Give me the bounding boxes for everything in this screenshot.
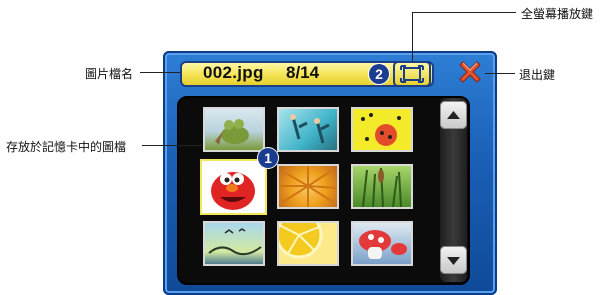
mushroom-image (359, 230, 407, 259)
scroll-down-button[interactable] (440, 246, 467, 274)
swimmers-image (290, 114, 330, 144)
lemon-image (275, 211, 323, 259)
fullscreen-button[interactable] (393, 61, 431, 87)
thumbnail[interactable] (203, 221, 265, 266)
file-name: 002.jpg (203, 63, 264, 82)
badge-two: 2 (369, 64, 389, 84)
ladybug-image (361, 113, 401, 146)
red-monster-image (211, 172, 255, 210)
arrow-up-icon (447, 111, 460, 119)
callout-images: 存放於記憶卡中的圖檔 (6, 140, 127, 154)
scroll-up-button[interactable] (440, 101, 467, 129)
thumbnail[interactable] (351, 107, 413, 152)
page-count: 8/14 (286, 63, 320, 82)
callout-line-filename (140, 72, 180, 73)
thumbnail-selected[interactable] (200, 159, 267, 215)
thumbnail[interactable] (351, 221, 413, 266)
thumbnail[interactable] (351, 164, 413, 209)
frog-image (215, 119, 249, 145)
flower-image (279, 166, 338, 207)
callout-line-fullscreen-v (412, 12, 413, 61)
badge-one: 1 (258, 148, 278, 168)
close-x-icon (459, 61, 481, 83)
landscape-image (208, 228, 262, 256)
grass-image (362, 167, 402, 208)
callout-line-fullscreen-h (412, 12, 516, 13)
thumbnail[interactable] (277, 164, 339, 209)
close-button[interactable] (455, 57, 485, 87)
callout-fullscreen: 全螢幕播放鍵 (521, 7, 594, 21)
thumbnail[interactable] (277, 107, 339, 152)
callout-exit: 退出鍵 (519, 68, 556, 82)
callout-line-images (142, 145, 202, 146)
fullscreen-icon (400, 65, 424, 83)
thumbnail[interactable] (203, 107, 265, 152)
arrow-down-icon (447, 257, 460, 265)
thumbnail[interactable] (275, 211, 339, 266)
callout-line-exit (485, 73, 515, 74)
callout-filename: 圖片檔名 (85, 67, 134, 81)
